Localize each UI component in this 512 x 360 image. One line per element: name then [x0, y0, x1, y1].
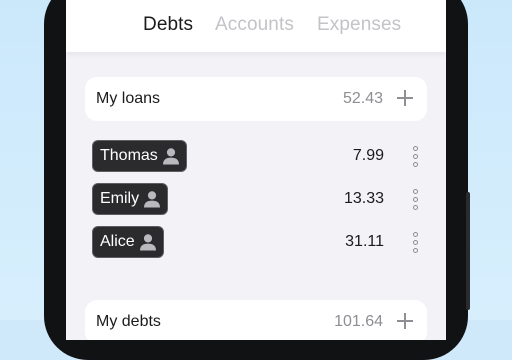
my-loans-title: My loans	[96, 90, 161, 107]
more-vertical-icon[interactable]	[411, 231, 421, 255]
amount-value: 7.99	[352, 147, 384, 164]
list-item: Alice 31.11	[92, 226, 422, 260]
person-icon	[144, 191, 161, 208]
person-chip[interactable]: Emily	[92, 183, 169, 215]
list-item: Emily 13.33	[92, 183, 422, 217]
my-debts-title: My debts	[96, 313, 161, 330]
my-loans-total: 52.43	[342, 90, 383, 107]
tab-expenses[interactable]: Expenses	[317, 14, 401, 36]
tab-bar: Debts Accounts Expenses	[66, 0, 446, 52]
person-icon	[162, 148, 179, 165]
person-chip[interactable]: Thomas	[92, 140, 187, 172]
list-item: Thomas 7.99	[92, 140, 422, 174]
amount-value: 13.33	[343, 190, 384, 207]
my-debts-card: My debts 101.64	[85, 300, 427, 340]
plus-icon[interactable]	[395, 311, 415, 331]
phone-side-button	[466, 192, 470, 310]
amount-value: 31.11	[345, 233, 384, 250]
person-chip[interactable]: Alice	[92, 226, 164, 258]
my-debts-total: 101.64	[334, 313, 383, 330]
person-name: Thomas	[100, 147, 158, 164]
plus-icon[interactable]	[395, 88, 415, 108]
person-icon	[139, 234, 156, 251]
person-name: Alice	[100, 233, 135, 250]
app-screen: Debts Accounts Expenses My loans 52.43 T…	[66, 0, 446, 340]
tab-accounts[interactable]: Accounts	[215, 14, 294, 36]
more-vertical-icon[interactable]	[411, 188, 421, 212]
tab-debts[interactable]: Debts	[143, 14, 193, 36]
my-loans-card: My loans 52.43	[85, 77, 427, 121]
more-vertical-icon[interactable]	[411, 145, 421, 169]
person-name: Emily	[100, 190, 140, 207]
